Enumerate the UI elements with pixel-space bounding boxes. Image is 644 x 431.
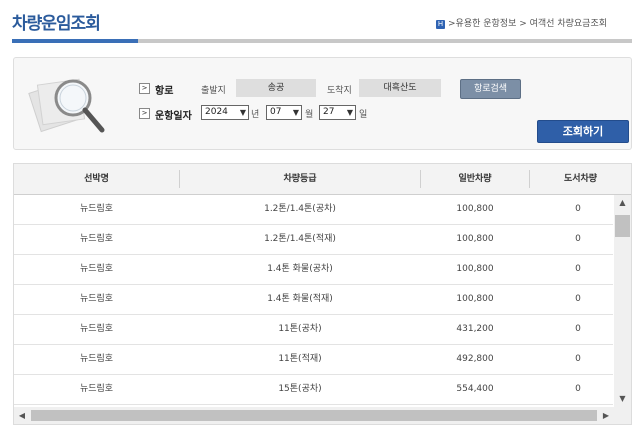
column-header-island-vehicle: 도서차량: [563, 174, 598, 184]
title-underline-accent: [12, 39, 138, 43]
day-value: 27: [323, 107, 335, 117]
breadcrumb-path[interactable]: >유용한 운항정보 > 여객선 차량요금조회: [448, 19, 607, 29]
scroll-down-arrow-icon[interactable]: ▼: [614, 391, 631, 407]
year-unit: 년: [251, 110, 260, 120]
table-row[interactable]: 뉴드림호 1.2톤/1.4톤(공차) 100,800 0: [14, 195, 613, 225]
magnifier-illustration: [28, 78, 105, 133]
chevron-down-icon: ▼: [239, 108, 246, 117]
arrow-box-icon: >: [139, 108, 150, 119]
table-header: 선박명 차량등급 일반차량 도서차량: [14, 164, 631, 195]
cell-regular-fare: 554,400: [456, 384, 494, 394]
month-unit: 월: [305, 110, 314, 120]
departure-field[interactable]: 송공: [236, 79, 316, 97]
table-row[interactable]: 뉴드림호 11톤(공차) 431,200 0: [14, 315, 613, 345]
table-row[interactable]: 뉴드림호 1.4톤 화물(적재) 100,800 0: [14, 285, 613, 315]
year-value: 2024: [205, 107, 228, 117]
page-title: 차량운임조회: [12, 14, 101, 34]
cell-regular-fare: 100,800: [456, 264, 494, 274]
breadcrumb: H >유용한 운항정보 > 여객선 차량요금조회: [436, 16, 607, 29]
column-header-ship: 선박명: [84, 174, 109, 184]
arrival-field[interactable]: 대흑산도: [359, 79, 441, 97]
table-row[interactable]: 뉴드림호 1.2톤/1.4톤(적재) 100,800 0: [14, 225, 613, 255]
scroll-right-arrow-icon[interactable]: ▶: [598, 407, 614, 424]
cell-vehicle-class: 11톤(공차): [278, 324, 322, 334]
cell-vehicle-class: 1.4톤 화물(공차): [267, 264, 333, 274]
fare-table: 선박명 차량등급 일반차량 도서차량 뉴드림호 1.2톤/1.4톤(공차) 10…: [13, 163, 632, 425]
route-search-button[interactable]: 항로검색: [460, 79, 521, 99]
arrow-box-icon: >: [139, 83, 150, 94]
year-select[interactable]: 2024 ▼: [201, 105, 249, 120]
cell-island-fare: 0: [575, 294, 581, 304]
vertical-scroll-thumb[interactable]: [615, 215, 630, 237]
cell-regular-fare: 492,800: [456, 354, 494, 364]
table-row[interactable]: 뉴드림호 11톤(적재) 492,800 0: [14, 345, 613, 375]
table-row[interactable]: 뉴드림호 1.4톤 화물(공차) 100,800 0: [14, 255, 613, 285]
cell-island-fare: 0: [575, 204, 581, 214]
scroll-up-arrow-icon[interactable]: ▲: [614, 195, 631, 211]
column-header-regular-vehicle: 일반차량: [458, 174, 492, 184]
cell-vehicle-class: 15톤(공차): [278, 384, 322, 394]
date-label: 운항일자: [155, 111, 192, 122]
horizontal-scrollbar[interactable]: ◀ ▶: [14, 407, 631, 424]
cell-vehicle-class: 1.2톤/1.4톤(공차): [264, 204, 336, 214]
cell-ship: 뉴드림호: [79, 204, 114, 214]
day-select[interactable]: 27 ▼: [319, 105, 356, 120]
month-value: 07: [270, 107, 282, 117]
horizontal-scroll-thumb[interactable]: [31, 410, 597, 421]
cell-vehicle-class: 11톤(적재): [278, 354, 322, 364]
route-label: 항로: [155, 86, 174, 97]
column-header-vehicle-class: 차량등급: [283, 174, 317, 184]
day-unit: 일: [359, 110, 368, 120]
cell-ship: 뉴드림호: [79, 294, 114, 304]
cell-ship: 뉴드림호: [79, 354, 114, 364]
cell-island-fare: 0: [575, 264, 581, 274]
cell-regular-fare: 100,800: [456, 294, 494, 304]
chevron-down-icon: ▼: [346, 108, 353, 117]
cell-regular-fare: 100,800: [456, 204, 494, 214]
cell-island-fare: 0: [575, 384, 581, 394]
vertical-scrollbar[interactable]: ▲ ▼: [614, 195, 631, 407]
departure-label: 출발지: [201, 86, 226, 96]
cell-ship: 뉴드림호: [79, 384, 114, 394]
arrival-label: 도착지: [327, 86, 352, 96]
cell-vehicle-class: 1.2톤/1.4톤(적재): [264, 234, 336, 244]
table-body: 뉴드림호 1.2톤/1.4톤(공차) 100,800 0 뉴드림호 1.2톤/1…: [14, 195, 613, 407]
scroll-left-arrow-icon[interactable]: ◀: [14, 407, 30, 424]
cell-ship: 뉴드림호: [79, 234, 114, 244]
title-underline: [12, 39, 632, 43]
table-row[interactable]: 뉴드림호 15톤(공차) 554,400 0: [14, 375, 613, 405]
submit-search-button[interactable]: 조회하기: [537, 120, 629, 143]
cell-regular-fare: 431,200: [456, 324, 494, 334]
cell-island-fare: 0: [575, 354, 581, 364]
cell-vehicle-class: 1.4톤 화물(적재): [267, 294, 333, 304]
cell-ship: 뉴드림호: [79, 264, 114, 274]
cell-island-fare: 0: [575, 324, 581, 334]
search-panel: > 항로 출발지 송공 도착지 대흑산도 항로검색 > 운항일자 2024 ▼ 년…: [13, 57, 632, 150]
home-icon[interactable]: H: [436, 20, 445, 29]
cell-ship: 뉴드림호: [79, 324, 114, 334]
chevron-down-icon: ▼: [292, 108, 299, 117]
cell-regular-fare: 100,800: [456, 234, 494, 244]
cell-island-fare: 0: [575, 234, 581, 244]
month-select[interactable]: 07 ▼: [266, 105, 302, 120]
